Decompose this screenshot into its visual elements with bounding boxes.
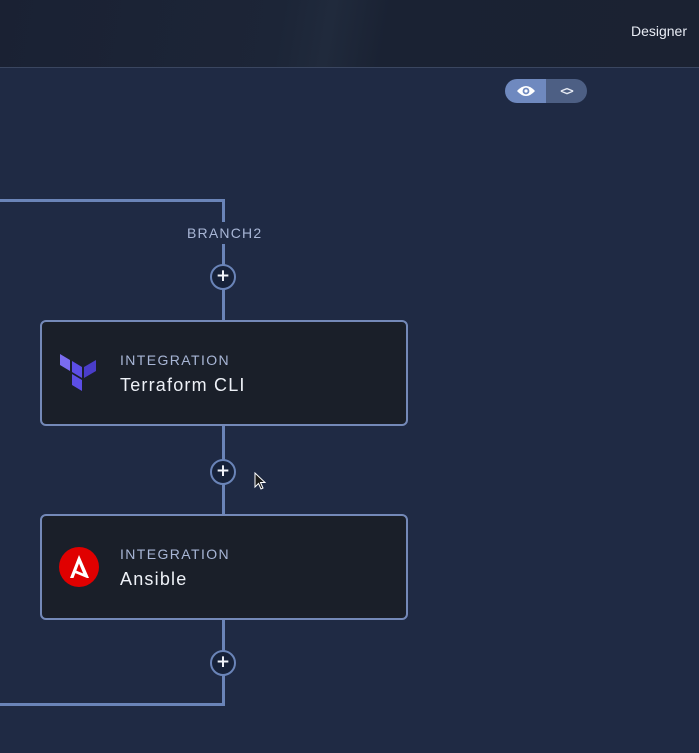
branch-top-connector — [0, 199, 225, 202]
plus-icon: + — [215, 652, 231, 672]
plus-icon: + — [215, 266, 231, 286]
code-icon: <> — [560, 84, 573, 98]
workflow-node-ansible[interactable]: INTEGRATION Ansible — [40, 514, 408, 620]
preview-mode-button[interactable] — [505, 79, 546, 103]
add-step-button[interactable]: + — [210, 459, 236, 485]
terraform-logo-icon — [60, 354, 96, 391]
add-step-button[interactable]: + — [210, 264, 236, 290]
code-mode-button[interactable]: <> — [546, 79, 587, 103]
node-type-label: INTEGRATION — [120, 546, 231, 562]
view-mode-toggle: <> — [505, 79, 587, 103]
eye-icon — [516, 86, 535, 96]
node-name-label: Terraform CLI — [120, 375, 246, 395]
add-step-button[interactable]: + — [210, 650, 236, 676]
node-type-label: INTEGRATION — [120, 352, 231, 368]
node-name-label: Ansible — [120, 569, 188, 589]
ansible-logo-icon — [59, 547, 99, 587]
page-title: Designer — [630, 23, 687, 39]
mouse-pointer-icon — [254, 472, 267, 490]
branch-bottom-connector — [0, 703, 225, 706]
branch-label: BRANCH2 — [187, 225, 263, 241]
plus-icon: + — [215, 461, 231, 481]
branch-vertical-connector — [222, 199, 225, 222]
workflow-node-terraform[interactable]: INTEGRATION Terraform CLI — [40, 320, 408, 426]
top-bar: Designer — [0, 0, 699, 68]
